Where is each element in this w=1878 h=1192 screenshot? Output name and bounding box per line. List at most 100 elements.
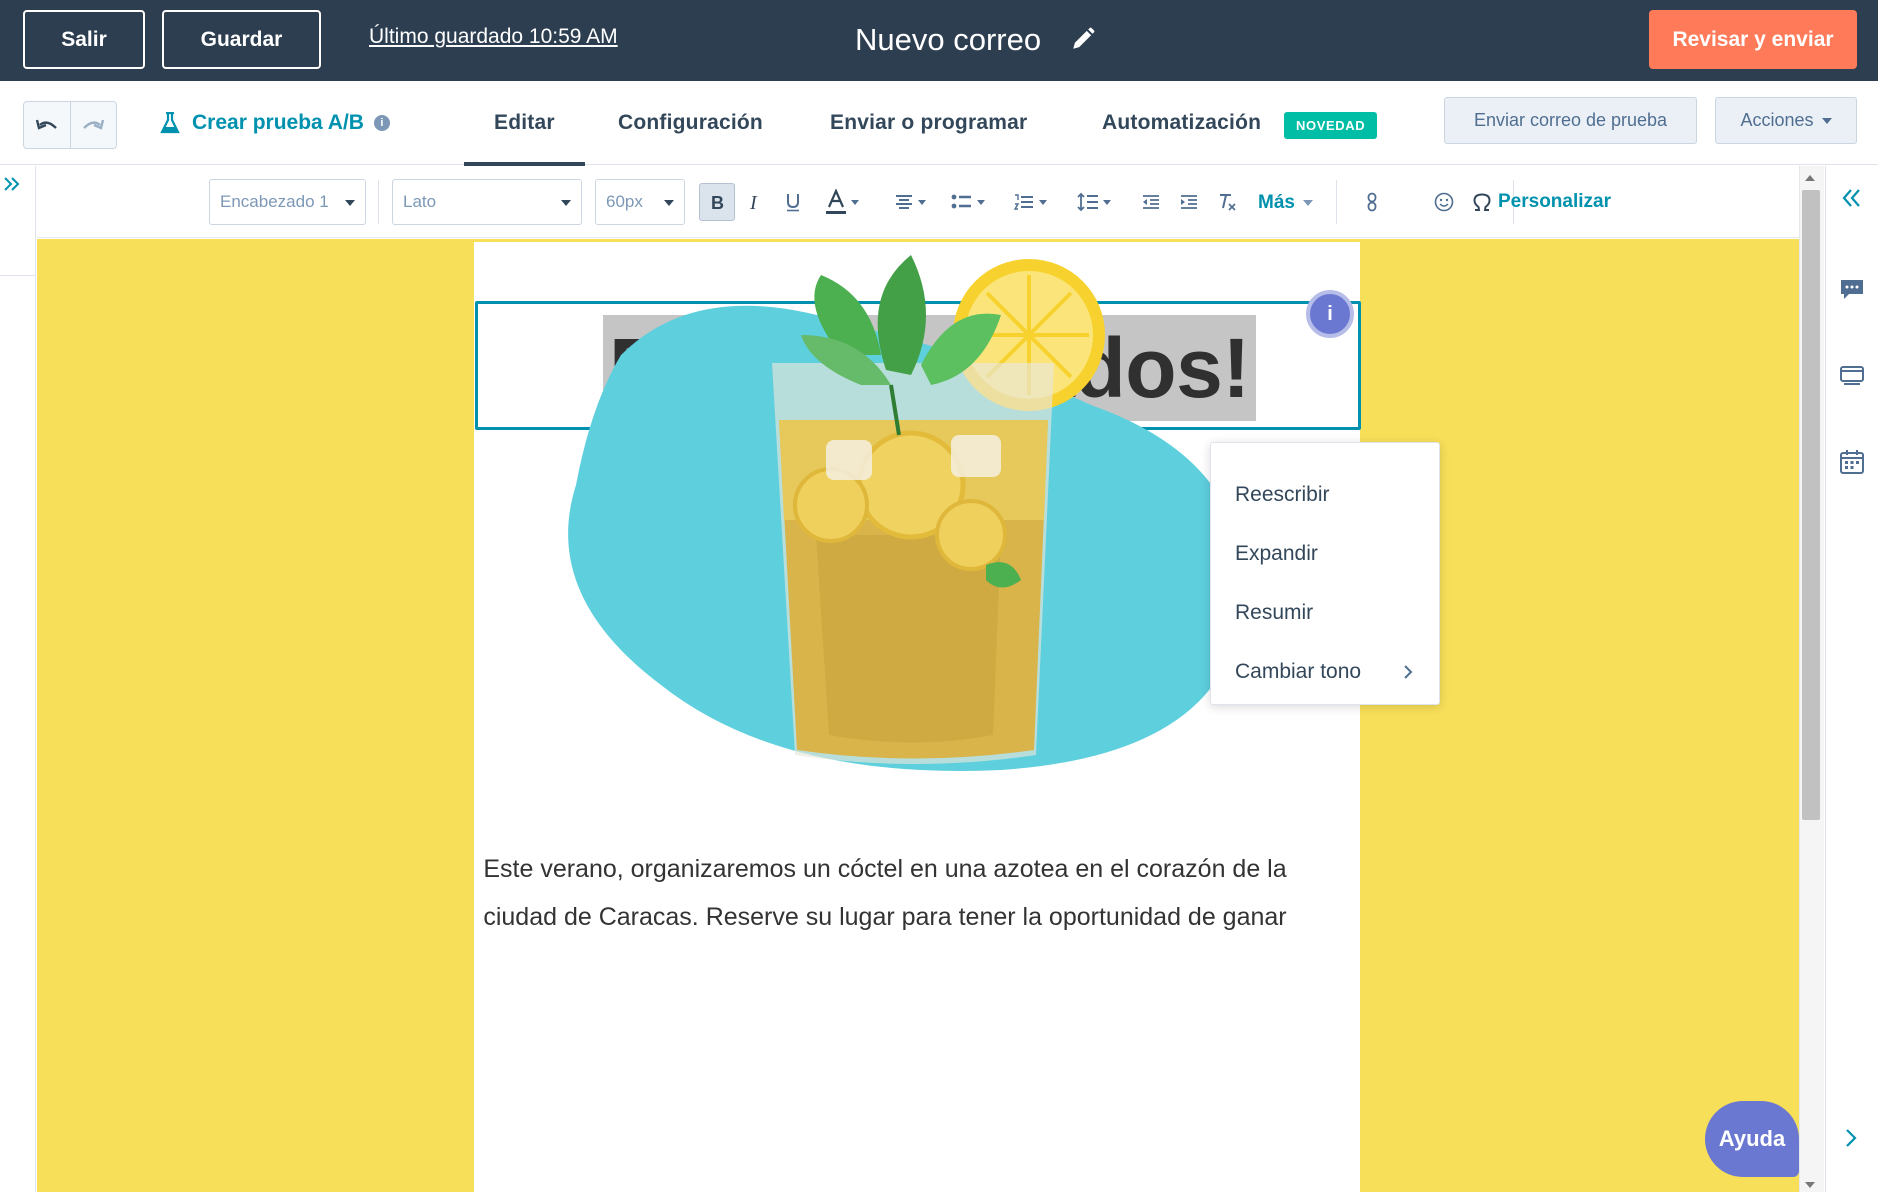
- text-color-icon: [826, 189, 846, 214]
- flask-icon: [160, 112, 180, 134]
- clear-format-icon: [1220, 194, 1236, 211]
- calendar-icon[interactable]: [1839, 449, 1865, 475]
- font-family-select[interactable]: Lato: [392, 179, 582, 225]
- body-line: ciudad de Caracas. Reserve su lugar para…: [483, 903, 1287, 931]
- more-dropdown[interactable]: Más: [1258, 192, 1313, 214]
- toolbar-divider: [1336, 180, 1337, 224]
- ai-assistant-menu: Reescribir Expandir Resumir Cambiar tono: [1210, 442, 1440, 705]
- toolbar-divider: [378, 180, 379, 224]
- tab-automation[interactable]: Automatización: [1102, 111, 1261, 135]
- nav-bar: Crear prueba A/B i Editar Configuración …: [0, 81, 1878, 167]
- line-height-icon: [1077, 192, 1098, 212]
- menu-item-expand[interactable]: Expandir: [1211, 524, 1439, 583]
- scroll-down-arrow-icon[interactable]: [1805, 1182, 1815, 1188]
- font-family-value: Lato: [403, 192, 437, 211]
- menu-item-change-tone[interactable]: Cambiar tono: [1211, 642, 1439, 701]
- preview-icon[interactable]: [1839, 364, 1865, 388]
- caret-down-icon: [664, 200, 674, 206]
- link-icon: [1367, 192, 1377, 212]
- double-chevron-right-icon: [4, 177, 20, 191]
- chevron-right-icon: [1404, 665, 1413, 679]
- bullet-list-icon: [951, 194, 971, 209]
- text-color-button[interactable]: [817, 184, 867, 220]
- save-button[interactable]: Guardar: [162, 10, 321, 69]
- info-icon[interactable]: i: [373, 115, 390, 131]
- text-style-select[interactable]: Encabezado 1: [209, 179, 366, 225]
- numbered-list-button[interactable]: [1007, 184, 1053, 220]
- actions-dropdown[interactable]: Acciones: [1715, 97, 1857, 144]
- clear-format-button[interactable]: [1213, 184, 1241, 220]
- caret-down-icon: [851, 199, 859, 205]
- menu-item-summarize[interactable]: Resumir: [1211, 583, 1439, 642]
- caret-down-icon: [1103, 199, 1111, 205]
- align-button[interactable]: [889, 184, 931, 220]
- change-tone-label: Cambiar tono: [1235, 659, 1362, 683]
- right-side-rail: [1825, 166, 1878, 1192]
- special-character-button[interactable]: [1469, 184, 1495, 220]
- tab-send-or-schedule[interactable]: Enviar o programar: [830, 111, 1027, 135]
- caret-down-icon: [977, 199, 985, 205]
- numbered-list-icon: [1013, 194, 1033, 210]
- undo-redo-group: [23, 101, 117, 149]
- top-bar: Salir Guardar Último guardado 10:59 AM N…: [0, 0, 1878, 81]
- line-height-button[interactable]: [1071, 184, 1117, 220]
- review-and-send-button[interactable]: Revisar y enviar: [1649, 10, 1857, 69]
- underline-button[interactable]: [779, 184, 807, 220]
- italic-button[interactable]: I: [741, 184, 769, 220]
- body-line: Este verano, organizaremos un cóctel en …: [483, 855, 1287, 883]
- outdent-icon: [1143, 195, 1159, 209]
- underline-icon: [787, 194, 799, 212]
- redo-button[interactable]: [69, 102, 116, 148]
- menu-item-rewrite[interactable]: Reescribir: [1211, 465, 1439, 524]
- caret-down-icon: [1821, 117, 1832, 124]
- indent-icon: [1181, 195, 1197, 209]
- undo-button[interactable]: [24, 102, 70, 148]
- indent-button[interactable]: [1175, 184, 1203, 220]
- pencil-icon[interactable]: [1070, 26, 1096, 52]
- align-center-icon: [896, 195, 912, 209]
- left-panel-strip: [0, 166, 36, 1192]
- email-body-text[interactable]: Este verano, organizaremos un cóctel en …: [463, 845, 1307, 941]
- tab-settings[interactable]: Configuración: [618, 111, 763, 135]
- caret-down-icon: [1302, 199, 1313, 206]
- bold-icon: B: [711, 193, 724, 211]
- scroll-up-arrow-icon[interactable]: [1805, 175, 1815, 181]
- outdent-button[interactable]: [1137, 184, 1165, 220]
- caret-down-icon: [1039, 199, 1047, 205]
- bold-button[interactable]: B: [699, 183, 735, 221]
- email-title: Nuevo correo: [855, 22, 1042, 57]
- bullet-list-button[interactable]: [945, 184, 991, 220]
- more-label: Más: [1258, 192, 1295, 213]
- help-button[interactable]: Ayuda: [1705, 1101, 1799, 1177]
- svg-text:B: B: [711, 193, 724, 211]
- omega-icon: [1473, 193, 1491, 211]
- link-button[interactable]: [1361, 184, 1383, 220]
- expand-left-panel-button[interactable]: [0, 166, 36, 276]
- scroll-thumb[interactable]: [1802, 190, 1820, 820]
- lemonade-illustration: [568, 255, 1244, 771]
- ab-test-link[interactable]: Crear prueba A/B i: [160, 111, 390, 135]
- caret-down-icon: [561, 200, 571, 206]
- font-size-value: 60px: [606, 192, 643, 211]
- italic-icon: I: [749, 192, 758, 212]
- emoji-button[interactable]: [1431, 184, 1457, 220]
- font-size-select[interactable]: 60px: [595, 179, 685, 225]
- formatting-toolbar: Encabezado 1 Lato 60px B I Más Personali…: [37, 166, 1799, 238]
- comment-icon[interactable]: [1839, 278, 1865, 302]
- send-test-email-button[interactable]: Enviar correo de prueba: [1444, 97, 1697, 144]
- exit-button[interactable]: Salir: [23, 10, 145, 69]
- caret-down-icon: [345, 200, 355, 206]
- last-saved-link[interactable]: Último guardado 10:59 AM: [369, 25, 618, 49]
- double-chevron-left-icon[interactable]: [1839, 186, 1863, 210]
- new-badge: NOVEDAD: [1284, 112, 1378, 139]
- chevron-right-icon[interactable]: [1843, 1126, 1859, 1150]
- smiley-icon: [1434, 192, 1454, 212]
- svg-text:I: I: [749, 192, 758, 212]
- actions-label: Acciones: [1740, 110, 1814, 130]
- info-badge[interactable]: i: [1306, 290, 1354, 338]
- redo-icon: [83, 119, 105, 130]
- tab-edit[interactable]: Editar: [464, 111, 585, 167]
- caret-down-icon: [918, 199, 926, 205]
- personalize-button[interactable]: Personalizar: [1498, 191, 1611, 213]
- ab-test-label: Crear prueba A/B: [192, 111, 364, 134]
